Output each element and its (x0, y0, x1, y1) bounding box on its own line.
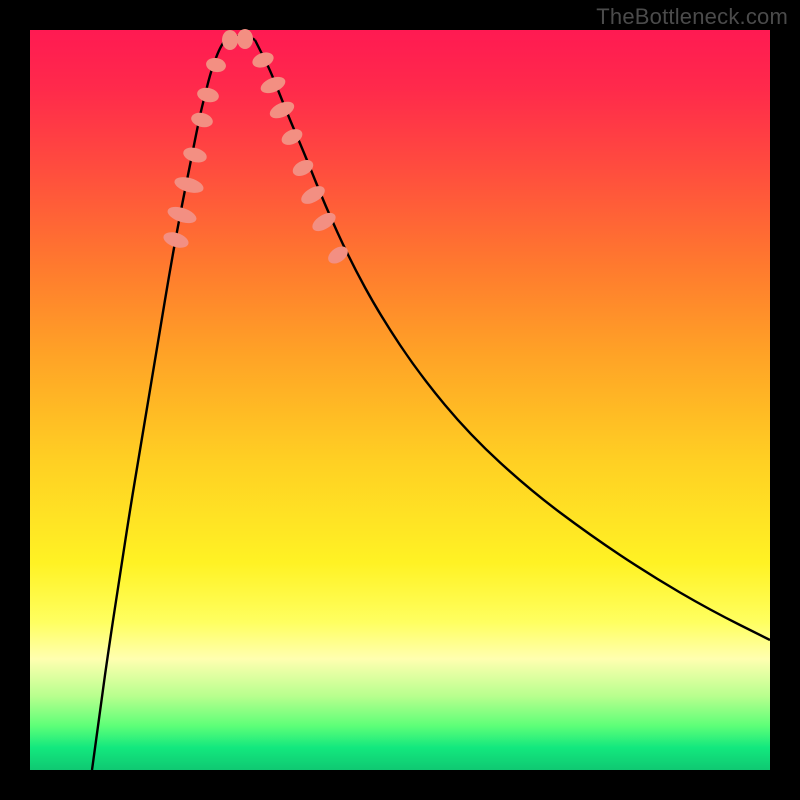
curve-svg (30, 30, 770, 770)
curve-marker (205, 56, 227, 73)
plot-area (30, 30, 770, 770)
curve-marker (182, 145, 209, 165)
marker-layer (161, 29, 351, 267)
curve-marker (196, 86, 220, 104)
curve-marker (309, 209, 338, 235)
chart-stage: TheBottleneck.com (0, 0, 800, 800)
curve-marker (298, 182, 328, 207)
curve-marker (190, 111, 215, 130)
curve-marker (222, 30, 238, 50)
curve-right (255, 40, 770, 640)
curve-left (92, 40, 225, 770)
curve-marker (250, 50, 275, 71)
curve-marker (173, 174, 206, 196)
curve-marker (237, 29, 253, 49)
watermark-text: TheBottleneck.com (596, 4, 788, 30)
